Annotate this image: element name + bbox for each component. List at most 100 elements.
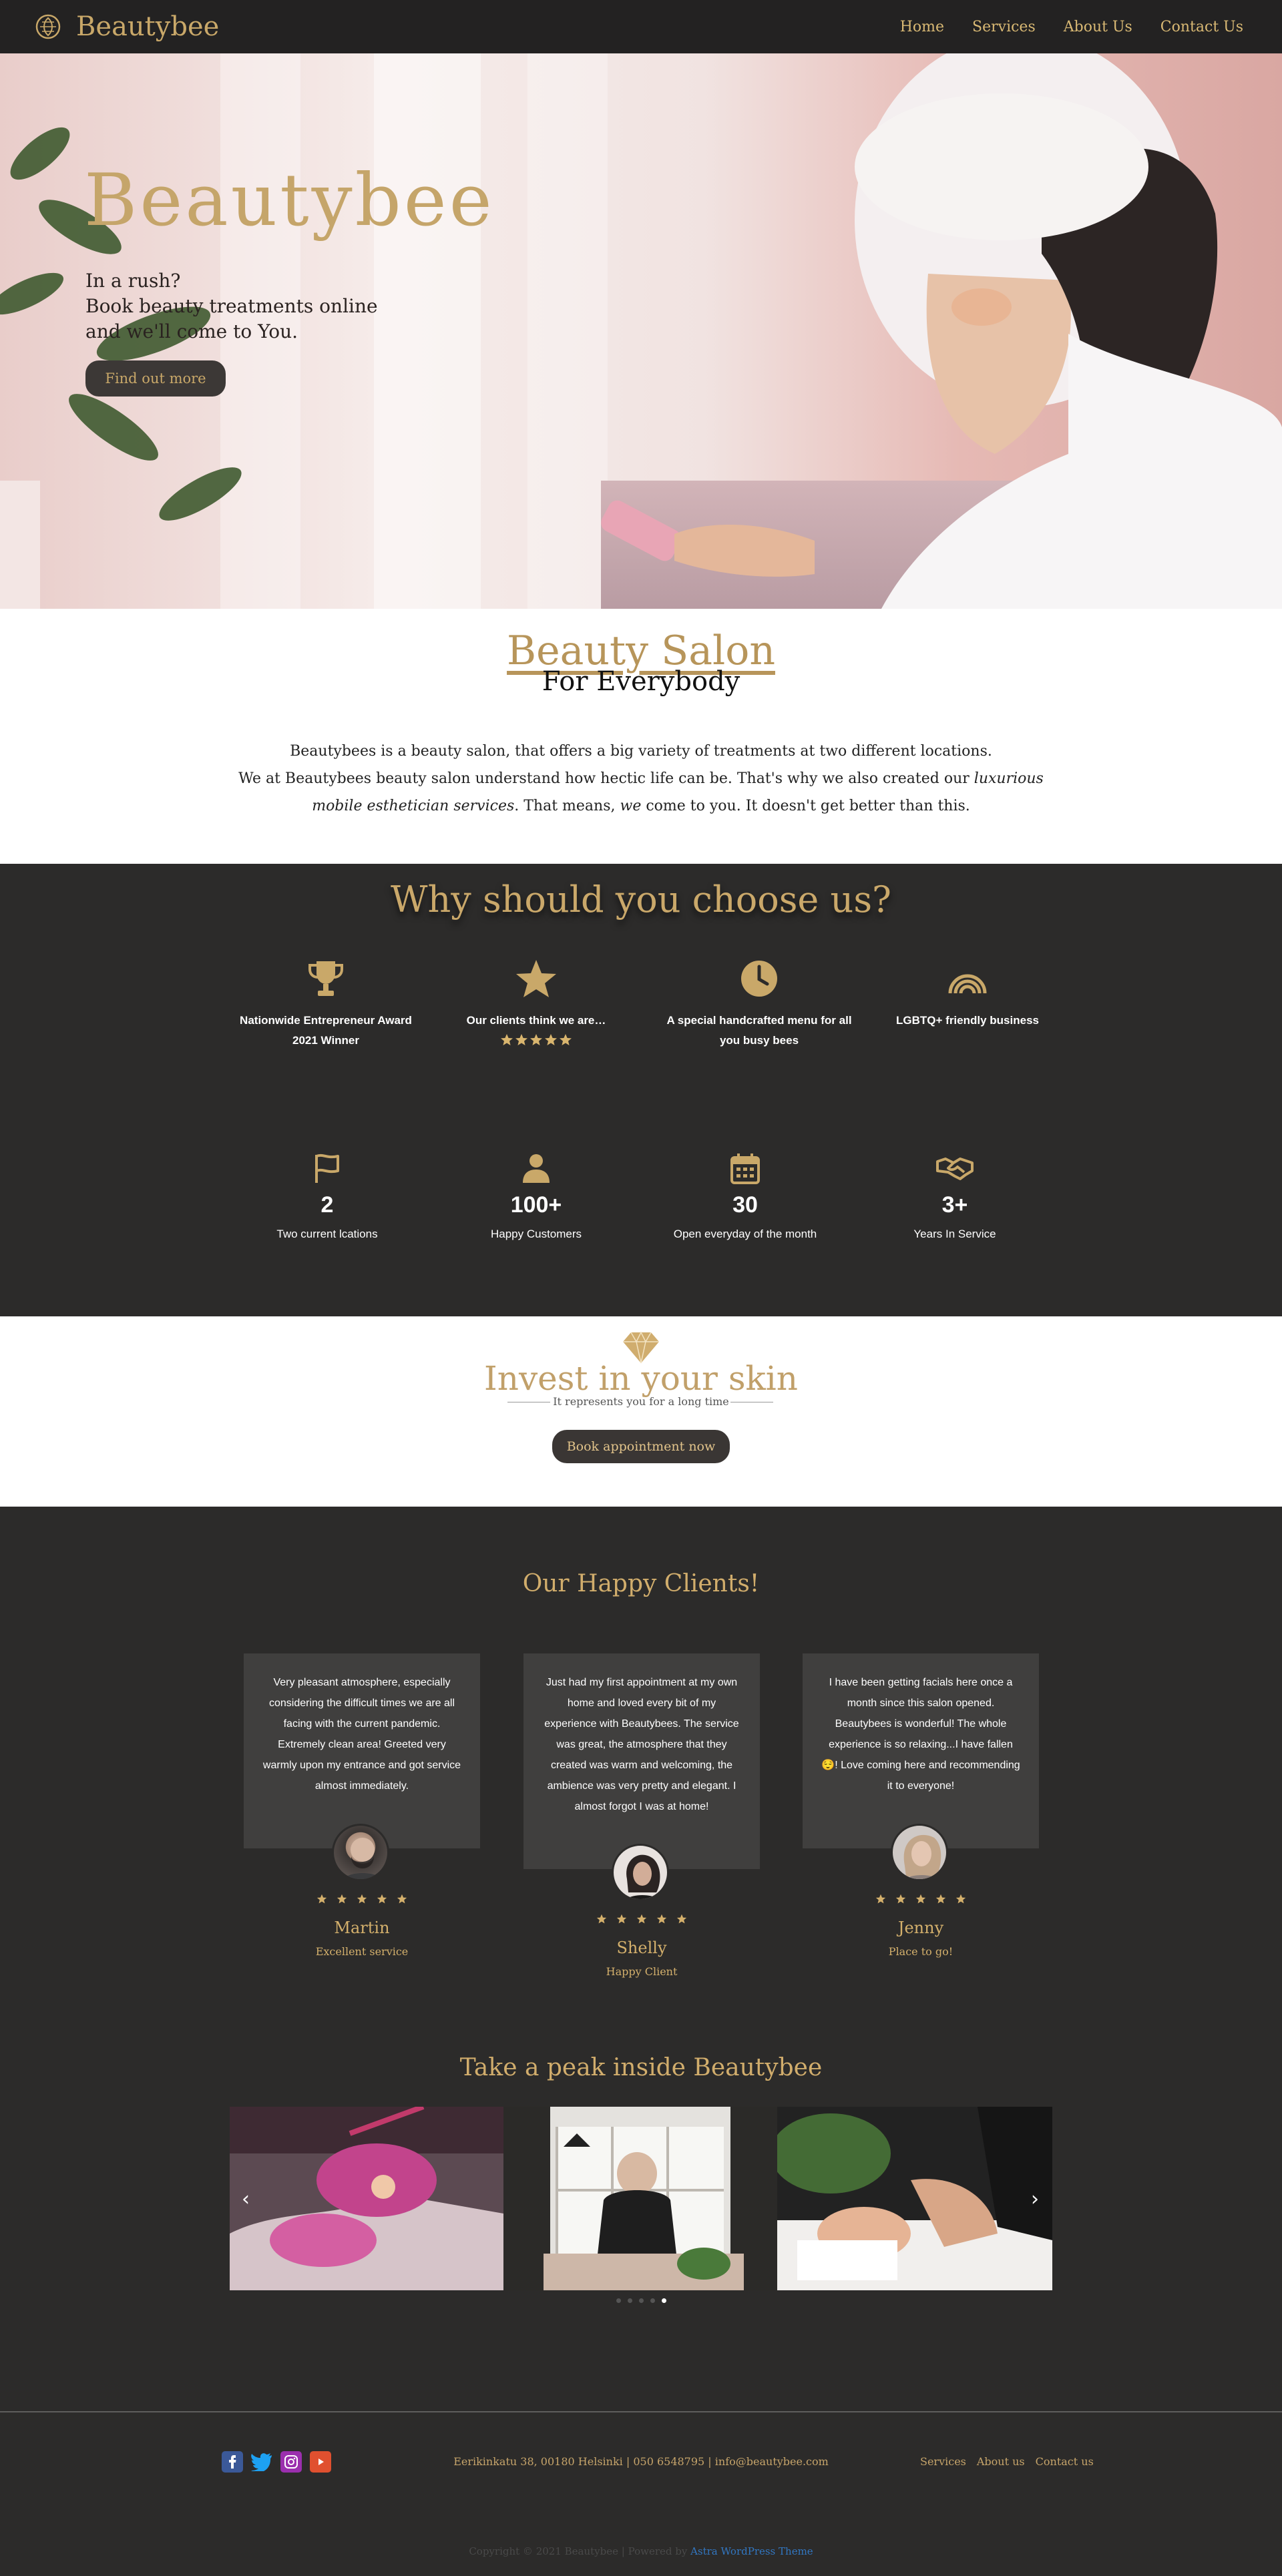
clock-icon (741, 961, 777, 997)
star-icon (955, 1894, 966, 1904)
hero-title: Beautybee (84, 159, 495, 242)
site-header: Beautybee Home Services About Us Contact… (0, 0, 1282, 53)
star-icon (636, 1914, 647, 1924)
stat-customers-value: 100+ (510, 1192, 562, 1218)
star-icon (516, 960, 556, 997)
gallery-dot[interactable] (638, 2298, 644, 2303)
hero-line-3: and we'll come to You. (85, 320, 298, 342)
rainbow-icon (948, 974, 987, 994)
feature-lgbtq-label: LGBTQ+ friendly business (896, 1014, 1039, 1027)
footer-link-about-us[interactable]: About us (977, 2455, 1025, 2468)
trophy-icon (308, 961, 343, 996)
stat-locations: 2 Two current lcations (227, 1152, 427, 1241)
feature-menu: A special handcrafted menu for all you b… (659, 957, 859, 1051)
star-icon (316, 1894, 327, 1904)
feature-rating-label: Our clients think we are… (466, 1014, 606, 1027)
avatar (612, 1844, 669, 1901)
footer-nav: Services About us Contact us (920, 2455, 1094, 2468)
avatar (332, 1824, 389, 1881)
stat-days-label: Open everyday of the month (673, 1228, 817, 1240)
testimonial-stars (803, 1894, 1039, 1904)
star-icon (676, 1914, 687, 1924)
star-icon (596, 1914, 607, 1924)
testimonial-text: Very pleasant atmosphere, especially con… (262, 1677, 461, 1792)
gallery-image-massage (503, 2107, 777, 2290)
gallery-dot[interactable] (650, 2298, 655, 2303)
gallery-prev-button[interactable]: ‹ (242, 2187, 250, 2211)
nav-about-us[interactable]: About Us (1064, 19, 1132, 35)
testimonial-name: Jenny (897, 1918, 944, 1937)
star-icon (545, 1034, 557, 1045)
footer-link-services[interactable]: Services (920, 2455, 966, 2468)
testimonial-card: Just had my first appointment at my own … (523, 1653, 760, 1869)
gallery-image-manicure: ‹ (230, 2107, 503, 2290)
testimonial-card: I have been getting facials here once a … (803, 1653, 1039, 1848)
testimonial-card: Very pleasant atmosphere, especially con… (244, 1653, 480, 1848)
rating-stars (436, 1033, 636, 1047)
stat-customers-label: Happy Customers (490, 1228, 582, 1240)
testimonial-role: Happy Client (606, 1965, 678, 1978)
stat-years-value: 3+ (941, 1192, 968, 1218)
gallery-dot[interactable] (616, 2298, 621, 2303)
copyright-text: Copyright © 2021 Beautybee | Powered by (469, 2545, 691, 2557)
user-icon (523, 1154, 550, 1183)
copyright: Copyright © 2021 Beautybee | Powered by … (0, 2545, 1282, 2557)
feature-award-label: Nationwide Entrepreneur Award 2021 Winne… (240, 1014, 412, 1047)
star-icon (875, 1894, 886, 1904)
feature-award: Nationwide Entrepreneur Award 2021 Winne… (226, 957, 426, 1051)
hero-line-2: Book beauty treatments online (85, 295, 378, 317)
star-icon (895, 1894, 906, 1904)
testimonial-text: I have been getting facials here once a … (821, 1677, 1020, 1792)
star-icon (530, 1034, 542, 1045)
star-icon (377, 1894, 387, 1904)
find-out-more-button[interactable]: Find out more (85, 360, 226, 397)
feature-lgbtq: LGBTQ+ friendly business (867, 957, 1068, 1031)
gallery-image-facial: › (777, 2107, 1052, 2290)
hero-line-1: In a rush? (85, 270, 181, 292)
nav-contact-us[interactable]: Contact Us (1160, 19, 1243, 35)
handshake-icon (936, 1157, 974, 1180)
star-icon (656, 1914, 667, 1924)
salon-paragraph-1: Beautybees is a beauty salon, that offer… (290, 743, 992, 760)
stat-years-label: Years In Service (913, 1228, 996, 1240)
gallery-dot[interactable] (627, 2298, 632, 2303)
gallery-next-button[interactable]: › (1031, 2187, 1039, 2211)
testimonial-name: Shelly (616, 1939, 667, 1957)
stat-locations-label: Two current lcations (276, 1228, 378, 1240)
invest-title: Invest in your skin (483, 1359, 799, 1398)
star-icon (397, 1894, 407, 1904)
hero: Beautybee In a rush? Book beauty treatme… (0, 53, 1282, 609)
star-icon (357, 1894, 367, 1904)
stat-locations-value: 2 (320, 1192, 334, 1218)
calendar-icon (730, 1153, 760, 1184)
star-icon (337, 1894, 347, 1904)
book-appointment-button[interactable]: Book appointment now (552, 1430, 730, 1463)
star-icon (560, 1034, 572, 1045)
star-icon (515, 1034, 527, 1045)
star-icon (616, 1914, 627, 1924)
feature-rating: Our clients think we are… (436, 957, 636, 1047)
gallery-dot[interactable] (661, 2298, 666, 2303)
footer-link-contact-us[interactable]: Contact us (1036, 2455, 1094, 2468)
stat-days-value: 30 (732, 1192, 758, 1218)
flag-icon (315, 1153, 339, 1183)
avatar (891, 1824, 948, 1881)
salon-subtitle: For Everybody (542, 666, 740, 697)
nav-home[interactable]: Home (900, 19, 944, 35)
stat-years: 3+ Years In Service (855, 1152, 1055, 1241)
feature-menu-label: A special handcrafted menu for all you b… (666, 1014, 852, 1047)
testimonial-stars (523, 1914, 760, 1924)
gallery-carousel[interactable]: ‹ › (230, 2107, 1052, 2290)
nav-services[interactable]: Services (972, 19, 1036, 35)
testimonial-text: Just had my first appointment at my own … (544, 1677, 739, 1812)
stat-customers: 100+ Happy Customers (436, 1152, 636, 1241)
main-nav: Home Services About Us Contact Us (900, 19, 1243, 35)
testimonial-role: Excellent service (315, 1945, 409, 1958)
testimonial-stars (244, 1894, 480, 1904)
astra-theme-link[interactable]: Astra WordPress Theme (690, 2545, 813, 2557)
salon-paragraph-2: We at Beautybees beauty salon understand… (238, 770, 1044, 814)
testimonial-name: Martin (334, 1918, 390, 1937)
testimonial-role: Place to go! (888, 1945, 953, 1958)
clients-section: Our Happy Clients! Very pleasant atmosph… (0, 1507, 1282, 2411)
brand[interactable]: Beautybee (35, 11, 219, 42)
